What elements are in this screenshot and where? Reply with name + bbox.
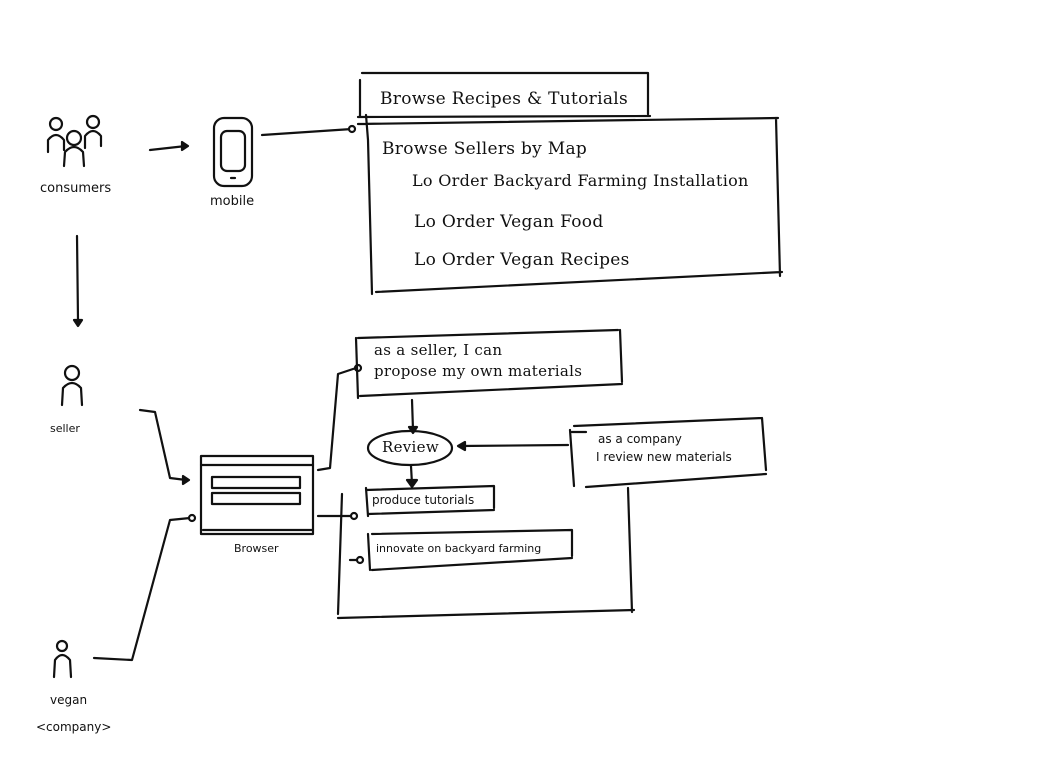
mobile-box-item: Lo Order Backyard Farming Installation [412,171,749,190]
company-box-line-1: as a company [598,432,682,446]
connector-mobile-box [260,127,354,137]
connector-seller-browser [138,408,188,482]
mobile-box-header: Browse Recipes & Tutorials [380,89,629,109]
company-label: <company> [36,720,112,734]
consumers-label: consumers [40,181,112,196]
proposal-line-2: propose my own materials [374,362,583,380]
mobile-icon [212,116,254,188]
browser-icon [199,454,315,536]
consumers-icon [46,114,103,168]
mobile-box-item: Lo Order Vegan Recipes [414,250,630,270]
produce-tutorials-label: produce tutorials [372,493,475,507]
mobile-box-title: Browse Sellers by Map [382,139,588,159]
seller-icon [60,364,84,407]
review-label: Review [382,438,439,456]
connector-vegan-browser [92,516,192,662]
arrow-proposal-review [410,398,415,432]
innovate-label: innovate on backyard farming [376,542,542,555]
browser-label: Browser [234,542,279,555]
diagram-canvas [46,71,784,679]
mobile-label: mobile [210,194,255,209]
arrow-consumers-mobile [148,144,188,152]
seller-label: seller [50,422,80,435]
arrow-company-review [458,443,570,448]
company-box-line-2: I review new materials [596,450,732,464]
vegan-company-icon [52,639,73,679]
mobile-box-item: Lo Order Vegan Food [414,212,604,232]
connector-browser-proposal [316,366,358,472]
proposal-line-1: as a seller, I can [374,341,503,359]
vegan-label: vegan [50,693,88,707]
arrow-consumers-seller [75,234,80,322]
